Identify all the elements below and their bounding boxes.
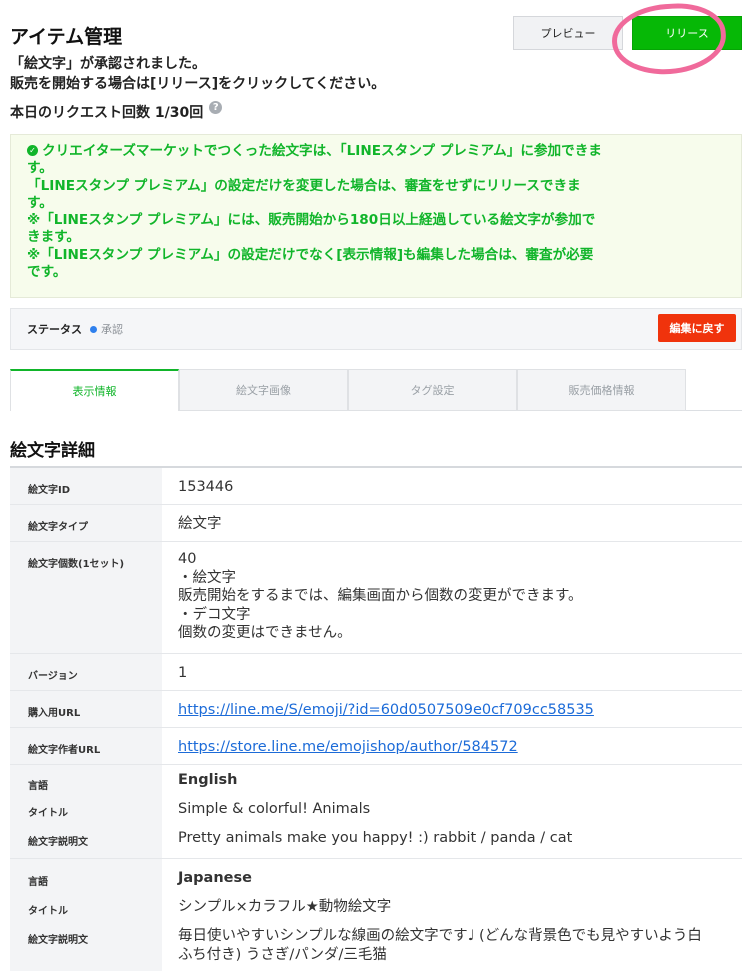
table-row: 絵文字ID 153446 — [10, 468, 742, 505]
count-line: 個数の変更はできません。 — [178, 625, 352, 641]
row-label: 絵文字ID — [10, 468, 162, 504]
count-line: ・デコ文字 — [178, 606, 251, 623]
notice-line: ※「LINEスタンプ プレミアム」には、販売開始から180日以上経過している絵文… — [27, 212, 596, 229]
count-line: 40 — [178, 551, 197, 567]
row-label: 言語 — [28, 781, 48, 792]
row-label: 絵文字説明文 — [28, 837, 88, 848]
back-to-edit-button[interactable]: 編集に戻す — [658, 314, 736, 342]
approval-message-line1: 「絵文字」が承認されました。 — [10, 56, 206, 72]
count-line: 販売開始をするまでは、編集画面から個数の変更ができます。 — [178, 588, 583, 604]
tab-tag-settings[interactable]: タグ設定 — [348, 369, 517, 411]
language-row: 言語 Japanese — [10, 869, 742, 898]
title-value: シンプル×カラフル★動物絵文字 — [178, 899, 392, 915]
language-value: English — [178, 772, 238, 788]
title-row: タイトル シンプル×カラフル★動物絵文字 — [10, 898, 742, 927]
notice-line: です。 — [27, 264, 67, 281]
row-label: 絵文字個数(1セット) — [10, 542, 162, 653]
status-value: 承認 — [90, 321, 123, 337]
notice-line: 「LINEスタンプ プレミアム」の設定だけを変更した場合は、審査をせずにリリース… — [27, 177, 581, 194]
row-label: 絵文字作者URL — [10, 728, 162, 764]
language-block-english: 言語 English タイトル Simple & colorful! Anima… — [10, 765, 742, 859]
row-label: 絵文字タイプ — [10, 505, 162, 541]
description-row: 絵文字説明文 毎日使いやすいシンプルな線画の絵文字です♩ (どんな背景色でも見や… — [10, 927, 742, 971]
emoji-detail-table: 絵文字ID 153446 絵文字タイプ 絵文字 絵文字個数(1セット) 40 ・… — [10, 466, 742, 971]
release-button[interactable]: リリース — [632, 16, 742, 50]
description-line: ふち付き) うさぎ/パンダ/三毛猫 — [178, 946, 387, 963]
row-label: 購入用URL — [10, 691, 162, 727]
purchase-url-value: https://line.me/S/emoji/?id=60d0507509e0… — [162, 691, 742, 727]
row-label: 言語 — [28, 877, 48, 888]
author-url-link[interactable]: https://store.line.me/emojishop/author/5… — [178, 739, 518, 755]
table-row: 絵文字タイプ 絵文字 — [10, 505, 742, 542]
request-count-text: 本日のリクエスト回数 1/30回 — [10, 105, 204, 121]
section-title: 絵文字詳細 — [10, 441, 95, 461]
description-row: 絵文字説明文 Pretty animals make you happy! :)… — [10, 829, 742, 858]
purchase-url-link[interactable]: https://line.me/S/emoji/?id=60d0507509e0… — [178, 702, 594, 718]
table-row: 絵文字作者URL https://store.line.me/emojishop… — [10, 728, 742, 765]
emoji-type-value: 絵文字 — [178, 516, 222, 532]
language-value: Japanese — [178, 870, 252, 886]
count-line: ・絵文字 — [178, 569, 236, 586]
notice-line: す。 — [27, 194, 53, 211]
notice-line: ※「LINEスタンプ プレミアム」の設定だけでなく[表示情報]も編集した場合は、… — [27, 246, 594, 263]
description-line: 毎日使いやすいシンプルな線画の絵文字です♩ (どんな背景色でも見やすいよう白 — [178, 928, 702, 944]
check-circle-icon: ✓ — [27, 145, 38, 156]
notice-line: ✓ クリエイターズマーケットでつくった絵文字は、「LINEスタンプ プレミアム」に… — [27, 143, 727, 160]
title-row: タイトル Simple & colorful! Animals — [10, 800, 742, 829]
emoji-count-value: 40 ・絵文字 販売開始をするまでは、編集画面から個数の変更ができます。 ・デコ… — [162, 542, 742, 653]
status-label: ステータス — [27, 323, 82, 336]
status-value-text: 承認 — [101, 323, 123, 336]
row-label: タイトル — [28, 808, 68, 819]
request-count: 本日のリクエスト回数 1/30回 ? — [10, 100, 223, 122]
approval-message: 「絵文字」が承認されました。 販売を開始する場合は[リリース]をクリックしてくだ… — [10, 54, 385, 94]
tab-price-info[interactable]: 販売価格情報 — [517, 369, 686, 411]
notice-line: きます。 — [27, 229, 81, 246]
tab-bar: 表示情報 絵文字画像 タグ設定 販売価格情報 — [10, 369, 742, 411]
status-bar: ステータス 承認 — [10, 308, 742, 350]
approval-message-line2: 販売を開始する場合は[リリース]をクリックしてください。 — [10, 76, 386, 92]
page-title: アイテム管理 — [10, 26, 123, 48]
row-label: バージョン — [10, 654, 162, 690]
description-value: 毎日使いやすいシンプルな線画の絵文字です♩ (どんな背景色でも見やすいよう白 ふ… — [162, 927, 742, 971]
preview-button[interactable]: プレビュー — [513, 16, 623, 50]
table-row: 購入用URL https://line.me/S/emoji/?id=60d05… — [10, 691, 742, 728]
table-row: バージョン 1 — [10, 654, 742, 691]
help-icon[interactable]: ? — [209, 100, 223, 114]
description-value: Pretty animals make you happy! :) rabbit… — [178, 830, 573, 846]
row-label: タイトル — [28, 906, 68, 917]
title-value: Simple & colorful! Animals — [178, 801, 371, 817]
status-dot-icon — [90, 325, 97, 333]
table-row: 絵文字個数(1セット) 40 ・絵文字 販売開始をするまでは、編集画面から個数の… — [10, 542, 742, 654]
language-block-japanese: 言語 Japanese タイトル シンプル×カラフル★動物絵文字 絵文字説明文 … — [10, 859, 742, 971]
notice-line: す。 — [27, 160, 53, 177]
version-value: 1 — [178, 665, 188, 681]
tab-display-info[interactable]: 表示情報 — [10, 369, 179, 411]
emoji-id-value: 153446 — [178, 479, 234, 495]
tab-emoji-images[interactable]: 絵文字画像 — [179, 369, 348, 411]
author-url-value: https://store.line.me/emojishop/author/5… — [162, 728, 742, 764]
row-label: 絵文字説明文 — [28, 935, 88, 946]
language-row: 言語 English — [10, 771, 742, 800]
premium-notice: ✓ クリエイターズマーケットでつくった絵文字は、「LINEスタンプ プレミアム」に… — [10, 134, 742, 298]
